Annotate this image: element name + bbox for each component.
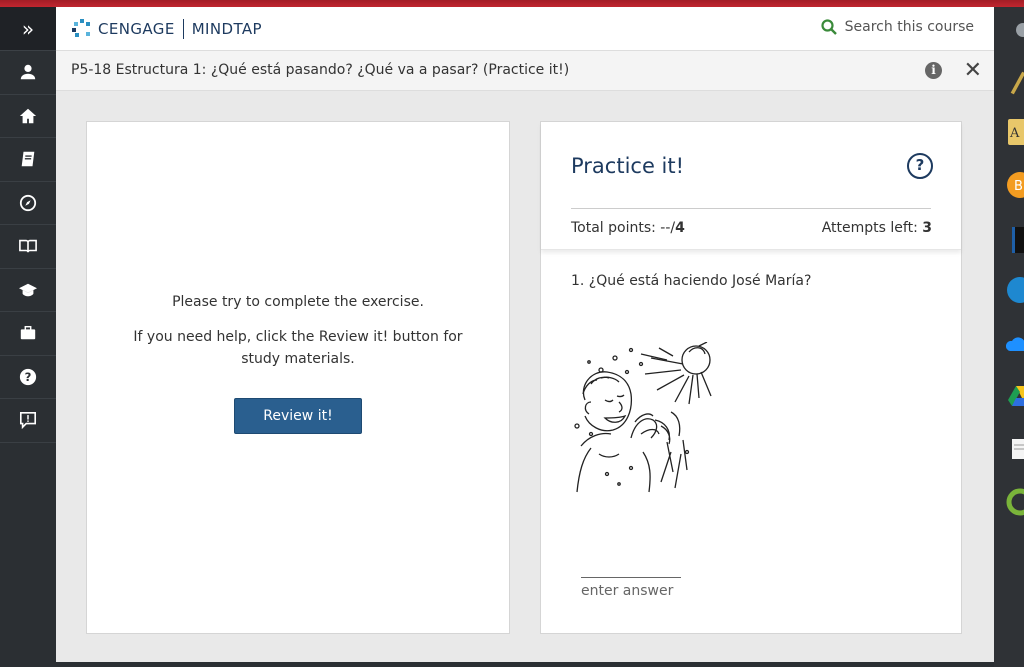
header-divider	[571, 208, 931, 209]
notes-app-icon[interactable]	[1006, 435, 1024, 465]
product-name: MINDTAP	[191, 20, 262, 38]
help-text: If you need help, click the Review it! b…	[133, 329, 463, 367]
question-text: 1. ¿Qué está haciendo José María?	[571, 273, 812, 289]
app-header: CENGAGE MINDTAP Search this course	[56, 7, 994, 51]
answer-underline	[581, 577, 681, 578]
review-it-button[interactable]: Review it!	[234, 398, 362, 434]
brand-name: CENGAGE	[98, 20, 175, 38]
nav-home[interactable]	[0, 95, 56, 138]
help-icon: ?	[19, 368, 37, 385]
activity-titlebar: P5-18 Estructura 1: ¿Qué está pasando? ¿…	[56, 51, 994, 91]
practice-heading: Practice it!	[571, 154, 685, 178]
attempts-value: 3	[922, 220, 932, 236]
nav-grades[interactable]	[0, 269, 56, 312]
user-icon	[20, 65, 36, 80]
graduation-cap-icon	[19, 283, 37, 297]
pen-icon[interactable]	[1006, 67, 1024, 97]
total-points: Total points: --/4	[571, 220, 685, 236]
practice-header: Practice it! ? Total points: --/4 Attemp…	[541, 122, 961, 250]
practice-panel: Practice it! ? Total points: --/4 Attemp…	[540, 121, 962, 634]
nav-help[interactable]: ?	[0, 356, 56, 399]
expand-nav-button[interactable]: »	[0, 7, 56, 51]
nav-notebook[interactable]	[0, 138, 56, 182]
cengage-logo-icon	[72, 19, 90, 37]
cloud-icon[interactable]	[1006, 329, 1024, 359]
question-help-icon[interactable]: ?	[907, 153, 933, 179]
nav-book[interactable]	[0, 225, 56, 269]
notebook-icon	[21, 152, 35, 167]
review-panel: Please try to complete the exercise. If …	[86, 121, 510, 634]
svg-text:?: ?	[25, 370, 32, 384]
logo-divider	[182, 19, 184, 39]
home-icon	[19, 108, 37, 123]
nav-feedback[interactable]	[0, 399, 56, 443]
flashcard-app-icon[interactable]: B	[1006, 170, 1024, 200]
nav-profile[interactable]	[0, 51, 56, 95]
progress-app-icon[interactable]	[1006, 487, 1024, 517]
svg-text:A: A	[1009, 126, 1020, 141]
nav-briefcase[interactable]	[0, 312, 56, 356]
search-course[interactable]: Search this course	[821, 19, 974, 35]
info-icon[interactable]: i	[925, 62, 942, 79]
total-points-label: Total points: --/	[571, 220, 676, 236]
nav-compass[interactable]	[0, 182, 56, 225]
right-app-dock: A B	[994, 7, 1024, 667]
feedback-icon	[19, 412, 37, 430]
exercise-message: Please try to complete the exercise.	[172, 294, 424, 310]
dock-help-icon[interactable]	[1016, 23, 1024, 37]
showering-man-illustration	[574, 342, 712, 493]
activity-title: P5-18 Estructura 1: ¿Qué está pasando? ¿…	[71, 62, 570, 78]
search-label: Search this course	[844, 19, 974, 35]
answer-input[interactable]	[581, 580, 701, 602]
browser-top-strip	[0, 0, 1024, 7]
close-icon[interactable]: ✕	[964, 58, 982, 83]
activity-content: Please try to complete the exercise. If …	[56, 91, 994, 667]
briefcase-icon	[20, 326, 36, 340]
attempts-label: Attempts left:	[821, 220, 923, 236]
svg-text:B: B	[1014, 179, 1023, 194]
compass-icon	[19, 194, 37, 211]
search-icon	[821, 19, 837, 35]
google-drive-icon[interactable]	[1006, 382, 1024, 412]
dictionary-icon[interactable]: A	[1006, 117, 1024, 147]
notebook-app-icon[interactable]	[1006, 225, 1024, 255]
total-points-value: 4	[675, 220, 685, 236]
attempts-left: Attempts left: 3	[822, 220, 932, 236]
left-nav: » ?	[0, 7, 56, 667]
open-book-icon	[19, 240, 37, 253]
cengage-logo[interactable]: CENGAGE MINDTAP	[71, 17, 262, 41]
bottom-strip	[56, 662, 994, 667]
bongo-app-icon[interactable]	[1006, 275, 1024, 305]
